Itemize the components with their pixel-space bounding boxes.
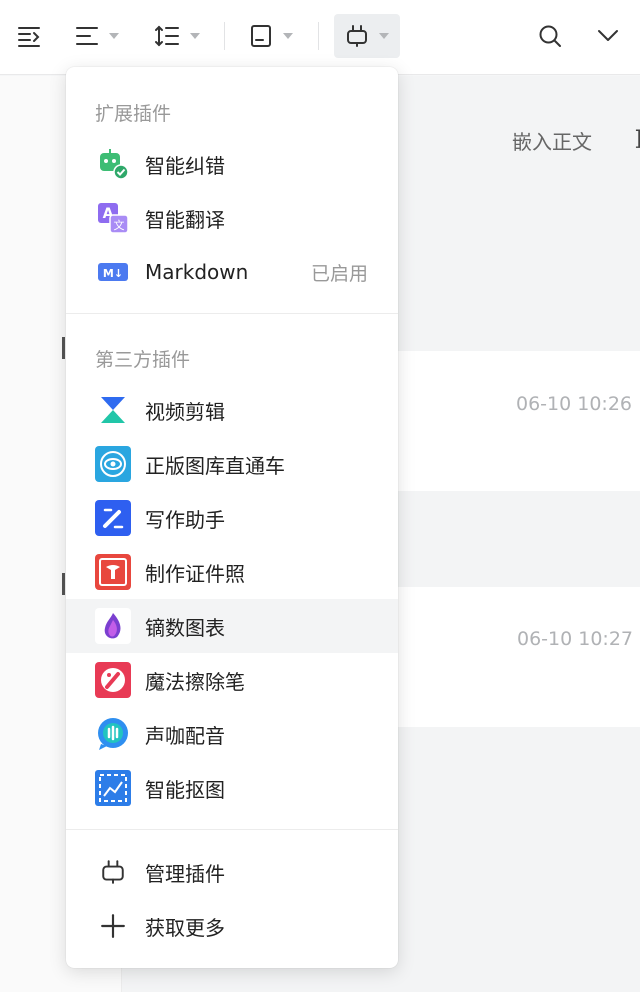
writing-assistant-icon xyxy=(95,500,131,536)
plug-icon xyxy=(347,25,367,47)
section-title-third-party: 第三方插件 xyxy=(95,349,191,371)
menu-item-label: 写作助手 xyxy=(145,507,225,532)
menu-item-markdown[interactable]: M↓ Markdown 已启用 xyxy=(66,245,398,299)
line-height-dropdown[interactable] xyxy=(146,14,208,58)
menu-divider xyxy=(66,313,398,314)
dishu-chart-icon xyxy=(95,608,131,644)
image-library-icon xyxy=(95,446,131,482)
plugin-dropdown-button[interactable] xyxy=(334,14,400,58)
svg-text:文: 文 xyxy=(114,218,125,232)
menu-item-manage-plugins[interactable]: 管理插件 xyxy=(66,845,398,899)
card-timestamp: 06-10 10:26 xyxy=(516,393,633,415)
menu-item-label: 声咖配音 xyxy=(145,723,225,748)
block-style-dropdown[interactable] xyxy=(240,14,302,58)
menu-divider xyxy=(66,829,398,830)
menu-item-label: Markdown xyxy=(145,260,249,284)
voice-dubbing-icon xyxy=(95,716,131,752)
menu-item-label: 正版图库直通车 xyxy=(145,453,285,478)
chevron-down-icon xyxy=(190,33,200,39)
chevron-down-icon xyxy=(598,30,618,41)
markdown-icon: M↓ xyxy=(95,254,131,290)
card-timestamp: 06-10 10:27 xyxy=(517,628,634,650)
menu-item-smart-correction[interactable]: 智能纠错 xyxy=(66,137,398,191)
search-icon xyxy=(539,25,561,47)
chevron-down-icon xyxy=(379,33,389,39)
menu-item-label: 智能抠图 xyxy=(145,777,225,802)
menu-item-voice-dubbing[interactable]: 声咖配音 xyxy=(66,707,398,761)
robot-check-icon xyxy=(95,146,131,182)
menu-item-label: 镝数图表 xyxy=(145,615,225,640)
translate-icon: A文 xyxy=(95,200,131,236)
menu-item-video-edit[interactable]: 视频剪辑 xyxy=(66,383,398,437)
collapse-button[interactable] xyxy=(586,14,630,58)
menu-item-label: 获取更多 xyxy=(145,915,225,940)
enabled-status: 已启用 xyxy=(310,262,368,285)
chevron-down-icon xyxy=(109,33,119,39)
indent-icon xyxy=(18,27,40,47)
menu-item-label: 管理插件 xyxy=(145,861,225,886)
id-photo-icon xyxy=(95,554,131,590)
menu-item-smart-translate[interactable]: A文 智能翻译 xyxy=(66,191,398,245)
smart-cutout-icon xyxy=(95,770,131,806)
menu-item-image-library[interactable]: 正版图库直通车 xyxy=(66,437,398,491)
menu-item-id-photo[interactable]: 制作证件照 xyxy=(66,545,398,599)
chevron-down-icon xyxy=(283,33,293,39)
toolbar-divider xyxy=(318,22,319,50)
tab-edge-text: ] xyxy=(634,126,640,150)
menu-item-label: 视频剪辑 xyxy=(145,399,225,424)
menu-item-dishu-chart[interactable]: 镝数图表 xyxy=(66,599,398,653)
menu-item-label: 智能纠错 xyxy=(145,153,225,178)
plus-icon xyxy=(95,908,131,944)
menu-item-magic-eraser[interactable]: 魔法擦除笔 xyxy=(66,653,398,707)
block-icon xyxy=(251,25,271,47)
plugin-menu: 扩展插件 智能纠错 A文 智能翻译 M↓ Markdown 已启用 第三方插件 … xyxy=(66,67,398,968)
embed-body-tab[interactable]: 嵌入正文 xyxy=(512,126,592,155)
menu-item-label: 魔法擦除笔 xyxy=(145,669,245,694)
section-title-extensions: 扩展插件 xyxy=(95,103,172,125)
align-left-icon xyxy=(76,27,98,45)
content-card[interactable] xyxy=(380,587,640,727)
search-button[interactable] xyxy=(528,14,572,58)
menu-item-label: 智能翻译 xyxy=(145,207,225,232)
magic-eraser-icon xyxy=(95,662,131,698)
menu-item-label: 制作证件照 xyxy=(145,561,245,586)
menu-item-writing-assistant[interactable]: 写作助手 xyxy=(66,491,398,545)
line-height-icon xyxy=(155,25,179,47)
menu-item-smart-cutout[interactable]: 智能抠图 xyxy=(66,761,398,815)
toolbar-divider xyxy=(224,22,225,50)
align-dropdown[interactable] xyxy=(66,14,128,58)
menu-item-get-more[interactable]: 获取更多 xyxy=(66,899,398,953)
indent-button[interactable] xyxy=(8,14,50,58)
svg-text:M↓: M↓ xyxy=(103,267,123,280)
video-edit-icon xyxy=(95,392,131,428)
rail-marker xyxy=(62,337,65,359)
editor-toolbar xyxy=(0,0,640,75)
content-card[interactable] xyxy=(380,351,640,491)
plug-icon xyxy=(95,854,131,890)
rail-marker xyxy=(62,573,65,595)
